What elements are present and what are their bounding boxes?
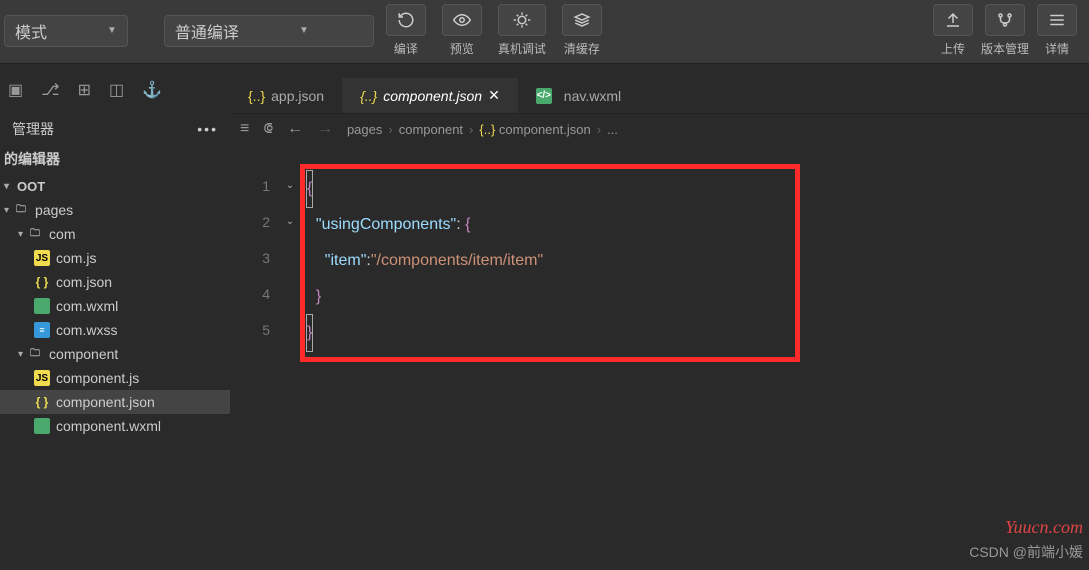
chevron-down-icon: ▼ bbox=[107, 25, 117, 36]
folder-icon: 🗀 bbox=[27, 346, 43, 362]
clear-cache-label: 清缓存 bbox=[564, 40, 600, 57]
wxml-file-icon bbox=[34, 418, 50, 434]
back-icon[interactable]: ← bbox=[287, 120, 303, 138]
code-editor[interactable]: 12345 ⌄ ⌄ { "usingComponents": { "item":… bbox=[230, 144, 1089, 570]
breadcrumb-item[interactable]: ... bbox=[607, 122, 618, 137]
version-label: 版本管理 bbox=[981, 40, 1029, 57]
chevron-down-icon: ▾ bbox=[4, 205, 9, 216]
json-file-icon: {..} bbox=[360, 88, 377, 104]
debug-icon[interactable]: ◫ bbox=[109, 80, 124, 100]
compile-label: 编译 bbox=[394, 40, 418, 57]
json-file-icon: { } bbox=[34, 274, 50, 290]
tree-item-component-wxml[interactable]: component.wxml bbox=[0, 414, 230, 438]
sidebar: 管理器 ••• 的编辑器 ▾ OOT ▾🗀pages▾🗀comJScom.js{… bbox=[0, 115, 230, 570]
js-file-icon: JS bbox=[34, 370, 50, 386]
line-number: 5 bbox=[230, 312, 280, 348]
chevron-down-icon: ▾ bbox=[18, 229, 23, 240]
breadcrumb[interactable]: pages › component › {..} component.json ›... bbox=[347, 122, 618, 137]
tree-item-com-wxss[interactable]: ≡com.wxss bbox=[0, 318, 230, 342]
editor-section-title: 的编辑器 bbox=[0, 143, 230, 175]
line-number: 4 bbox=[230, 276, 280, 312]
version-button[interactable] bbox=[985, 4, 1025, 36]
more-icon[interactable]: ••• bbox=[197, 121, 218, 137]
mode-label: 模式 bbox=[15, 19, 47, 43]
json-file-icon: {..} bbox=[248, 88, 265, 104]
folder-icon: 🗀 bbox=[27, 226, 43, 242]
line-number: 2 bbox=[230, 204, 280, 240]
watermark-yuucn: Yuucn.com bbox=[1005, 517, 1083, 538]
tree-item-component-json[interactable]: { }component.json bbox=[0, 390, 230, 414]
highlight-box: { "usingComponents": { "item":"/componen… bbox=[300, 164, 800, 362]
close-icon[interactable]: ✕ bbox=[488, 87, 500, 104]
tab-component-json[interactable]: {..}component.json✕ bbox=[342, 78, 518, 113]
menu-icon bbox=[1048, 11, 1066, 29]
tree-item-pages[interactable]: ▾🗀pages bbox=[0, 198, 230, 222]
compile-mode-dropdown[interactable]: 普通编译 ▼ bbox=[164, 15, 374, 47]
explorer-icon[interactable]: ▣ bbox=[8, 80, 23, 100]
docker-icon[interactable]: ⚓ bbox=[142, 80, 162, 100]
layers-icon bbox=[573, 11, 591, 29]
editor-toolbar: ≡ ⟃ ← → pages › component › {..} component.j… bbox=[230, 114, 1089, 144]
folder-icon: 🗀 bbox=[13, 202, 29, 218]
preview-button[interactable] bbox=[442, 4, 482, 36]
clear-cache-button[interactable] bbox=[562, 4, 602, 36]
tree-item-com-js[interactable]: JScom.js bbox=[0, 246, 230, 270]
tab-nav-wxml[interactable]: </>nav.wxml bbox=[518, 78, 639, 113]
tab-app-json[interactable]: {..}app.json bbox=[230, 78, 342, 113]
fold-icon[interactable]: ⌄ bbox=[280, 204, 300, 240]
upload-label: 上传 bbox=[941, 40, 965, 57]
chevron-down-icon: ▼ bbox=[299, 25, 309, 36]
js-file-icon: JS bbox=[34, 250, 50, 266]
refresh-icon bbox=[397, 11, 415, 29]
bookmark-icon[interactable]: ⟃ bbox=[263, 120, 273, 138]
breadcrumb-separator: › bbox=[388, 122, 392, 137]
chevron-down-icon: ▾ bbox=[18, 349, 23, 360]
activity-bar: ▣ ⎇ ⊞ ◫ ⚓ bbox=[0, 80, 162, 100]
git-branch-icon bbox=[996, 11, 1014, 29]
tree-item-component-js[interactable]: JScomponent.js bbox=[0, 366, 230, 390]
line-gutter: 12345 bbox=[230, 144, 280, 570]
upload-icon bbox=[944, 11, 962, 29]
breadcrumb-item[interactable]: {..} component.json bbox=[479, 122, 590, 137]
remote-debug-label: 真机调试 bbox=[498, 40, 546, 57]
upload-button[interactable] bbox=[933, 4, 973, 36]
wxml-file-icon bbox=[34, 298, 50, 314]
compile-mode-label: 普通编译 bbox=[175, 19, 239, 43]
extensions-icon[interactable]: ⊞ bbox=[78, 80, 91, 100]
wxss-file-icon: ≡ bbox=[34, 322, 50, 338]
project-root[interactable]: ▾ OOT bbox=[0, 175, 230, 198]
chevron-down-icon: ▾ bbox=[4, 181, 9, 192]
compile-button[interactable] bbox=[386, 4, 426, 36]
fold-column: ⌄ ⌄ bbox=[280, 144, 300, 570]
detail-label: 详情 bbox=[1045, 40, 1069, 57]
fold-icon[interactable]: ⌄ bbox=[280, 168, 300, 204]
breadcrumb-separator: › bbox=[469, 122, 473, 137]
breadcrumb-item[interactable]: component bbox=[399, 122, 463, 137]
forward-icon[interactable]: → bbox=[317, 120, 333, 138]
file-tree: ▾🗀pages▾🗀comJScom.js{ }com.jsoncom.wxml≡… bbox=[0, 198, 230, 438]
editor-tabs: {..}app.json{..}component.json✕</>nav.wx… bbox=[230, 78, 1089, 114]
remote-debug-button[interactable] bbox=[498, 4, 546, 36]
eye-icon bbox=[453, 11, 471, 29]
top-toolbar: 模式 ▼ 普通编译 ▼ 编译 预览 真机调试 bbox=[0, 0, 1089, 64]
preview-label: 预览 bbox=[450, 40, 474, 57]
tree-item-com[interactable]: ▾🗀com bbox=[0, 222, 230, 246]
list-icon[interactable]: ≡ bbox=[240, 120, 249, 138]
sidebar-header-label: 管理器 bbox=[12, 119, 54, 139]
wxml-file-icon: </> bbox=[536, 88, 552, 104]
detail-button[interactable] bbox=[1037, 4, 1077, 36]
mode-dropdown[interactable]: 模式 ▼ bbox=[4, 15, 128, 47]
watermark-csdn: CSDN @前端小媛 bbox=[969, 542, 1083, 562]
line-number: 3 bbox=[230, 240, 280, 276]
bug-icon bbox=[513, 11, 531, 29]
tree-item-com-json[interactable]: { }com.json bbox=[0, 270, 230, 294]
tree-item-component[interactable]: ▾🗀component bbox=[0, 342, 230, 366]
branch-icon[interactable]: ⎇ bbox=[41, 80, 59, 100]
line-number: 1 bbox=[230, 168, 280, 204]
breadcrumb-separator: › bbox=[597, 122, 601, 137]
breadcrumb-item[interactable]: pages bbox=[347, 122, 382, 137]
json-file-icon: { } bbox=[34, 394, 50, 410]
tree-item-com-wxml[interactable]: com.wxml bbox=[0, 294, 230, 318]
code-content[interactable]: { "usingComponents": { "item":"/componen… bbox=[300, 144, 800, 570]
